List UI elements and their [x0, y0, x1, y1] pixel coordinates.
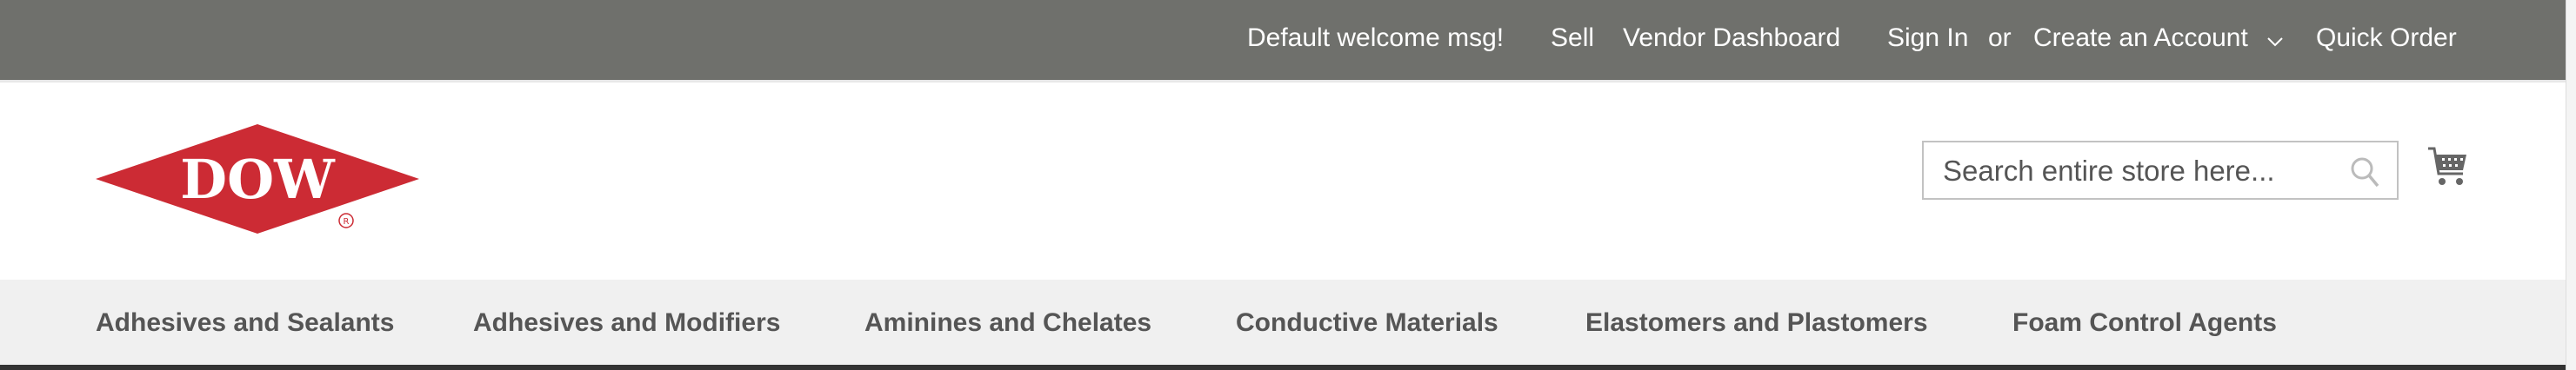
- category-nav: Adhesives and Sealants Adhesives and Mod…: [0, 280, 2566, 365]
- top-bar: Default welcome msg! Sell Vendor Dashboa…: [0, 0, 2566, 80]
- svg-text:DOW: DOW: [180, 148, 336, 211]
- dow-logo[interactable]: DOW R: [94, 122, 424, 243]
- search-box[interactable]: [1922, 141, 2399, 200]
- nav-item-aminines-chelates[interactable]: Aminines and Chelates: [864, 306, 1151, 340]
- nav-item-elastomers-plastomers[interactable]: Elastomers and Plastomers: [1585, 306, 1928, 340]
- nav-item-conductive-materials[interactable]: Conductive Materials: [1236, 306, 1498, 340]
- nav-item-adhesives-modifiers[interactable]: Adhesives and Modifiers: [473, 306, 780, 340]
- create-account-link[interactable]: Create an Account: [2033, 21, 2248, 56]
- sign-in-link[interactable]: Sign In: [1887, 21, 1968, 56]
- vendor-dashboard-link[interactable]: Vendor Dashboard: [1623, 21, 1840, 56]
- divider: [0, 80, 2566, 83]
- search-input[interactable]: [1941, 151, 2327, 191]
- nav-item-adhesives-sealants[interactable]: Adhesives and Sealants: [96, 306, 394, 340]
- sell-link[interactable]: Sell: [1551, 21, 1594, 56]
- quick-order-link[interactable]: Quick Order: [2316, 21, 2457, 56]
- content-edge: [0, 365, 2566, 370]
- magnifier-icon[interactable]: [2350, 156, 2379, 192]
- svg-text:R: R: [344, 217, 350, 227]
- welcome-message: Default welcome msg!: [1247, 23, 1505, 52]
- chevron-down-icon[interactable]: [2266, 36, 2284, 47]
- nav-item-foam-control-agents[interactable]: Foam Control Agents: [2012, 306, 2277, 340]
- scrollbar[interactable]: [2566, 0, 2576, 370]
- or-text: or: [1988, 23, 2012, 52]
- shopping-cart-icon[interactable]: [2426, 146, 2470, 192]
